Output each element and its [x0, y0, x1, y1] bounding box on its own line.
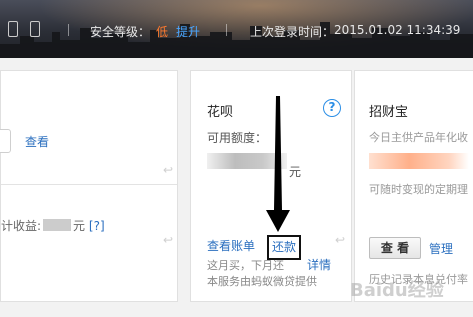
input-field[interactable] [0, 129, 11, 153]
return-arrow-icon: ↩ [335, 233, 346, 247]
income-help-link[interactable]: [?] [89, 219, 105, 233]
help-icon[interactable]: ? [323, 99, 341, 117]
watermark-logo: Baidu经验 [350, 280, 444, 301]
income-line: 计收益: 元 [?] [1, 217, 105, 234]
masked-credit-amount [207, 153, 287, 169]
security-label: 安全等级： [90, 25, 151, 39]
promo-text: 这月买，下月还 [207, 259, 284, 272]
credit-unit: 元 [289, 165, 302, 179]
huabei-panel: 花呗 ? 可用额度： 元 查看账单 还款 ↩ 这月买，下月还 详情 本服务由蚂蚁… [190, 70, 352, 302]
zhaocaibao-panel: 招财宝 今日主供产品年化收 可随时变现的定期理 查 看 管理 历史记录本息兑付率 [354, 70, 473, 302]
check-link[interactable]: 查看 [25, 133, 49, 150]
income-label: 计收益: [1, 219, 42, 233]
zhaocaibao-note: 可随时变现的定期理 [369, 183, 468, 196]
manage-link[interactable]: 管理 [429, 240, 453, 257]
zhaocaibao-subtitle: 今日主供产品年化收 [369, 131, 468, 144]
return-arrow-icon: ↩ [163, 163, 174, 177]
zhaocaibao-title: 招财宝 [369, 105, 409, 120]
last-login-label: 上次登录时间： [250, 25, 335, 39]
phone-icon[interactable] [8, 21, 18, 37]
separator [226, 24, 227, 36]
return-arrow-icon: ↩ [163, 233, 174, 247]
available-credit-label: 可用额度： [207, 131, 268, 145]
phone-icon[interactable] [30, 21, 40, 37]
divider [1, 184, 177, 185]
masked-amount [43, 219, 72, 231]
detail-link[interactable]: 详情 [307, 256, 331, 273]
upgrade-link[interactable]: 提升 [176, 23, 200, 40]
header-banner: 安全等级： 低 提升 上次登录时间： 2015.01.02 11:34:39 [0, 0, 473, 58]
view-button[interactable]: 查 看 [369, 237, 421, 259]
huabei-title: 花呗 [207, 105, 234, 120]
masked-rate [369, 153, 469, 169]
separator [68, 24, 69, 36]
last-login-time: 2015.01.02 11:34:39 [334, 23, 461, 37]
bottom-strip [0, 302, 473, 317]
balance-panel: 查看 ↩ 计收益: 元 [?] ↩ [0, 70, 178, 302]
provider-note: 本服务由蚂蚁微贷提供 [207, 275, 317, 288]
view-bill-link[interactable]: 查看账单 [207, 237, 255, 254]
income-unit: 元 [73, 219, 86, 233]
security-level: 低 [156, 25, 169, 39]
